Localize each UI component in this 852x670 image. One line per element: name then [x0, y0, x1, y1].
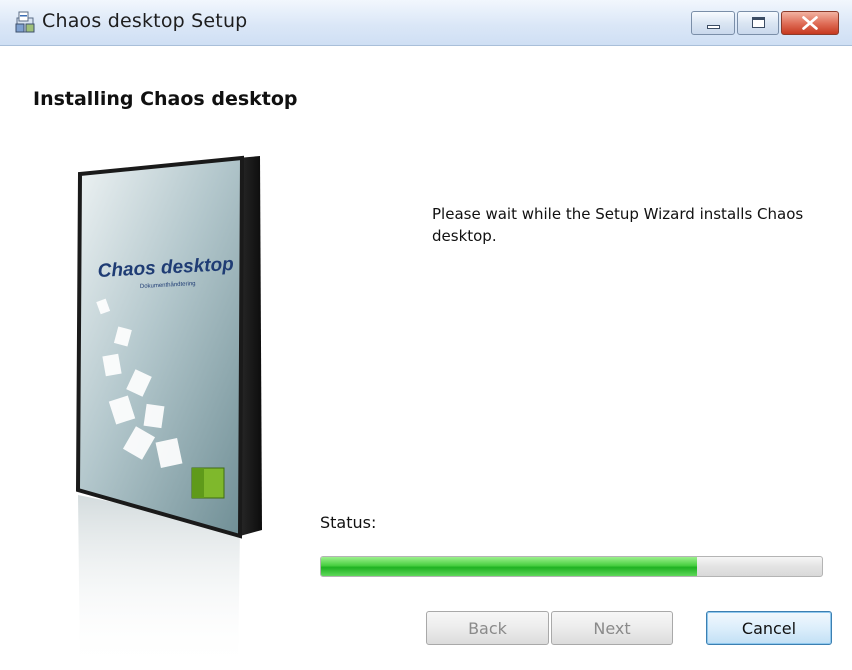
install-description: Please wait while the Setup Wizard insta… — [432, 205, 804, 245]
close-button[interactable] — [781, 11, 839, 35]
page-title: Installing Chaos desktop — [33, 88, 298, 110]
product-box-image: Chaos desktop Dokumenthåndtering — [75, 155, 262, 670]
install-progress-bar — [320, 556, 823, 577]
next-button[interactable]: Next — [551, 611, 673, 645]
maximize-icon — [752, 17, 765, 28]
progress-fill — [321, 557, 697, 576]
close-icon — [802, 16, 818, 30]
title-bar[interactable]: Chaos desktop Setup — [0, 0, 852, 46]
minimize-icon — [707, 25, 720, 29]
window-title: Chaos desktop Setup — [42, 10, 248, 32]
back-button[interactable]: Back — [426, 611, 549, 645]
installer-app-icon — [15, 11, 35, 33]
maximize-button[interactable] — [737, 11, 779, 35]
minimize-button[interactable] — [691, 11, 735, 35]
status-label: Status: — [320, 513, 377, 532]
cancel-button[interactable]: Cancel — [706, 611, 832, 645]
